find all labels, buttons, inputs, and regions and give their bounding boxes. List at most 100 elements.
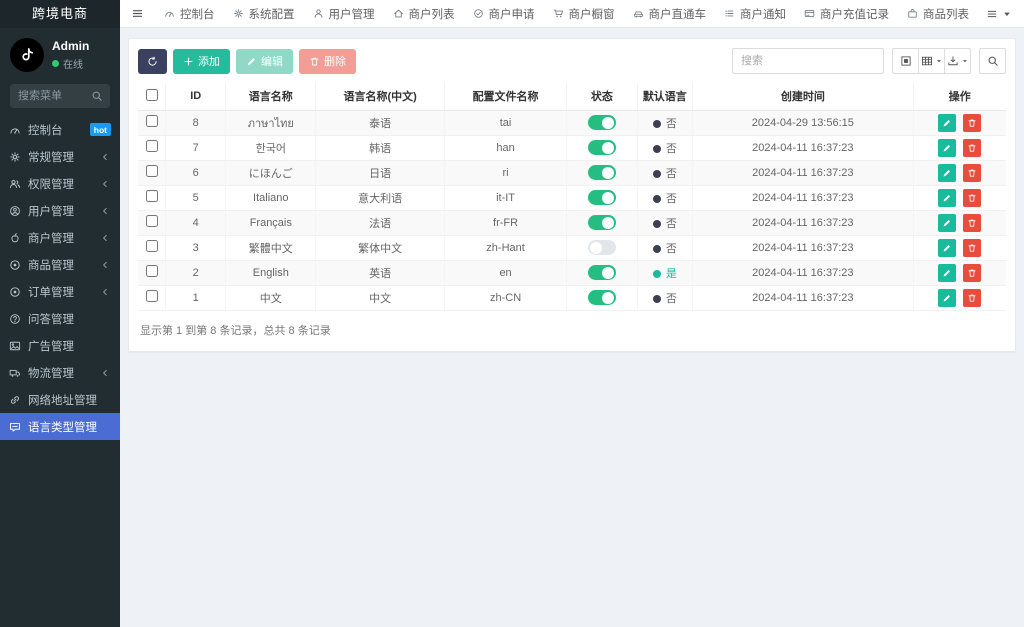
layout-menu-dropdown[interactable]	[978, 0, 1021, 27]
column-header-language-name-cn[interactable]: 语言名称(中文)	[316, 83, 444, 110]
row-edit-button[interactable]	[938, 164, 956, 182]
row-checkbox[interactable]	[146, 190, 158, 202]
cell-actions	[913, 185, 1006, 210]
truck-icon	[9, 367, 21, 379]
sidebar-item-用户管理[interactable]: 用户管理	[0, 197, 120, 224]
cell-actions	[913, 285, 1006, 310]
sidebar-item-商户管理[interactable]: 商户管理	[0, 224, 120, 251]
default-dot-icon	[653, 245, 661, 253]
row-edit-button[interactable]	[938, 189, 956, 207]
sidebar-item-广告管理[interactable]: 广告管理	[0, 332, 120, 359]
topnav-item-商户申请[interactable]: 商户申请	[464, 0, 544, 27]
column-header-config-file[interactable]: 配置文件名称	[444, 83, 566, 110]
card-icon	[804, 8, 815, 19]
topnav-item-控制台[interactable]: 控制台	[155, 0, 224, 27]
sidebar-item-权限管理[interactable]: 权限管理	[0, 170, 120, 197]
row-edit-button[interactable]	[938, 289, 956, 307]
status-toggle[interactable]	[588, 215, 616, 230]
pencil-icon	[942, 168, 952, 178]
cell-actions	[913, 110, 1006, 135]
topnav-item-商户直通车[interactable]: 商户直通车	[624, 0, 716, 27]
row-edit-button[interactable]	[938, 114, 956, 132]
row-delete-button[interactable]	[963, 189, 981, 207]
main-content: 添加 编辑 删除	[120, 28, 1024, 627]
status-toggle[interactable]	[588, 265, 616, 280]
topnav-item-商户充值记录[interactable]: 商户充值记录	[795, 0, 898, 27]
trash-icon	[967, 293, 977, 303]
row-delete-button[interactable]	[963, 139, 981, 157]
column-header-id[interactable]: ID	[166, 83, 226, 110]
cell-actions	[913, 235, 1006, 260]
table-search-input[interactable]	[732, 48, 884, 74]
row-delete-button[interactable]	[963, 114, 981, 132]
status-toggle[interactable]	[588, 140, 616, 155]
status-toggle[interactable]	[588, 240, 616, 255]
sidebar-toggle-button[interactable]	[120, 0, 155, 27]
view-button-group	[892, 48, 971, 74]
sidebar-item-商品管理[interactable]: 商品管理	[0, 251, 120, 278]
column-header-created-time[interactable]: 创建时间	[693, 83, 913, 110]
row-delete-button[interactable]	[963, 164, 981, 182]
row-checkbox[interactable]	[146, 240, 158, 252]
cart-icon	[553, 8, 564, 19]
topnav-item-用户管理[interactable]: 用户管理	[304, 0, 384, 27]
row-delete-button[interactable]	[963, 239, 981, 257]
columns-icon	[921, 55, 933, 67]
circle-dot-icon	[9, 286, 21, 298]
online-status: 在线	[52, 56, 89, 71]
refresh-button[interactable]	[138, 49, 167, 74]
row-checkbox[interactable]	[146, 290, 158, 302]
select-all-checkbox[interactable]	[146, 89, 158, 101]
topnav-item-商户列表[interactable]: 商户列表	[384, 0, 464, 27]
topnav-item-商户通知[interactable]: 商户通知	[715, 0, 795, 27]
row-delete-button[interactable]	[963, 214, 981, 232]
status-toggle[interactable]	[588, 190, 616, 205]
row-edit-button[interactable]	[938, 239, 956, 257]
columns-dropdown-button[interactable]	[918, 48, 945, 74]
list-icon	[724, 8, 735, 19]
cell-language-name: 한국어	[226, 135, 316, 160]
row-checkbox[interactable]	[146, 265, 158, 277]
status-toggle[interactable]	[588, 115, 616, 130]
chevron-left-icon	[99, 259, 111, 271]
edit-button[interactable]: 编辑	[236, 49, 293, 74]
sidebar-item-常规管理[interactable]: 常规管理	[0, 143, 120, 170]
sidebar-item-语言类型管理[interactable]: 语言类型管理	[0, 413, 120, 440]
row-edit-button[interactable]	[938, 214, 956, 232]
sidebar-item-网络地址管理[interactable]: 网络地址管理	[0, 386, 120, 413]
topnav-item-系统配置[interactable]: 系统配置	[224, 0, 304, 27]
column-header-default-language[interactable]: 默认语言	[637, 83, 693, 110]
sidebar-item-订单管理[interactable]: 订单管理	[0, 278, 120, 305]
cell-language-name: English	[226, 260, 316, 285]
toolbar-right	[732, 48, 1006, 74]
status-toggle[interactable]	[588, 165, 616, 180]
music-note-icon	[18, 46, 36, 64]
row-checkbox[interactable]	[146, 140, 158, 152]
row-edit-button[interactable]	[938, 139, 956, 157]
column-header-language-name[interactable]: 语言名称	[226, 83, 316, 110]
row-checkbox[interactable]	[146, 115, 158, 127]
chevron-left-icon	[99, 151, 111, 163]
row-delete-button[interactable]	[963, 264, 981, 282]
cell-id: 7	[166, 135, 226, 160]
default-dot-icon	[653, 270, 661, 278]
cell-default-language: 否	[637, 210, 693, 235]
topnav-item-商户橱窗[interactable]: 商户橱窗	[544, 0, 624, 27]
cell-config-file: zh-Hant	[444, 235, 566, 260]
delete-button[interactable]: 删除	[299, 49, 356, 74]
row-checkbox[interactable]	[146, 165, 158, 177]
row-checkbox[interactable]	[146, 215, 158, 227]
column-header-status[interactable]: 状态	[567, 83, 637, 110]
row-delete-button[interactable]	[963, 289, 981, 307]
row-edit-button[interactable]	[938, 264, 956, 282]
toggle-view-button[interactable]	[892, 48, 919, 74]
export-dropdown-button[interactable]	[944, 48, 971, 74]
add-button[interactable]: 添加	[173, 49, 230, 74]
search-button[interactable]	[979, 48, 1006, 74]
sidebar-item-物流管理[interactable]: 物流管理	[0, 359, 120, 386]
topnav-item-商品列表[interactable]: 商品列表	[898, 0, 978, 27]
grid-view-icon	[900, 55, 912, 67]
sidebar-item-问答管理[interactable]: 问答管理	[0, 305, 120, 332]
sidebar-item-控制台[interactable]: 控制台 hot	[0, 116, 120, 143]
status-toggle[interactable]	[588, 290, 616, 305]
